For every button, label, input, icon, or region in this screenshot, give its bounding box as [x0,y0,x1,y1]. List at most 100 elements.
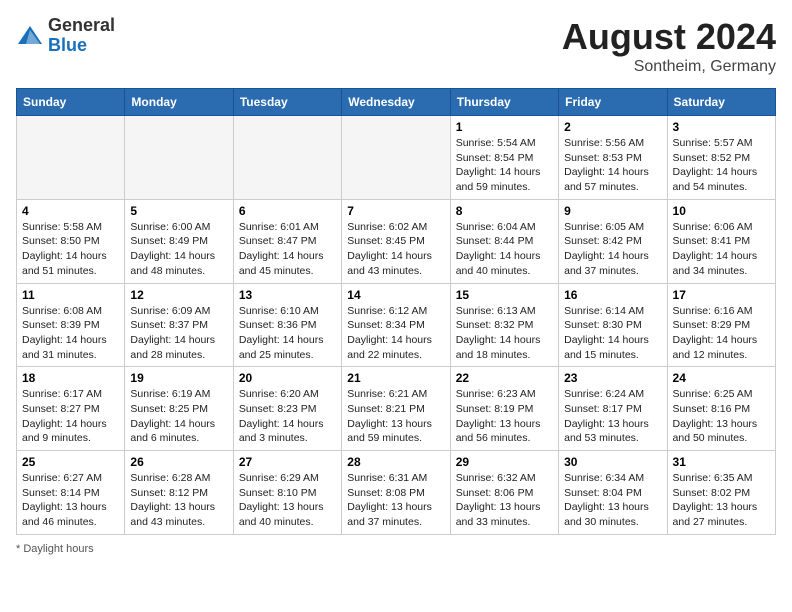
table-row: 18 Sunrise: 6:17 AM Sunset: 8:27 PM Dayli… [17,367,125,451]
day-number: 25 [22,455,119,469]
table-row: 19 Sunrise: 6:19 AM Sunset: 8:25 PM Dayli… [125,367,233,451]
table-row: 23Sunrise: 6:24 AM Sunset: 8:17 PM Dayli… [559,367,667,451]
day-info: Sunrise: 6:13 AM Sunset: 8:32 PM Dayligh… [456,304,553,363]
table-row [342,116,450,200]
header: General Blue August 2024 Sontheim, Germa… [16,16,776,76]
day-number: 19 [130,371,227,385]
day-info: Sunrise: 5:57 AM Sunset: 8:52 PM Dayligh… [673,136,770,195]
table-row [233,116,341,200]
footer-note-text: Daylight hours [23,543,93,555]
calendar-table: Sunday Monday Tuesday Wednesday Thursday… [16,88,776,535]
col-saturday: Saturday [667,89,775,116]
logo-inner: General Blue [16,16,115,56]
table-row: 2Sunrise: 5:56 AM Sunset: 8:53 PM Daylig… [559,116,667,200]
table-row: 31 Sunrise: 6:35 AM Sunset: 8:02 PM Dayli… [667,451,775,535]
table-row: 30 Sunrise: 6:34 AM Sunset: 8:04 PM Dayli… [559,451,667,535]
table-row: 17 Sunrise: 6:16 AM Sunset: 8:29 PM Dayli… [667,283,775,367]
day-number: 18 [22,371,119,385]
calendar-week-row: 4 Sunrise: 5:58 AM Sunset: 8:50 PM Daylig… [17,199,776,283]
table-row: 25 Sunrise: 6:27 AM Sunset: 8:14 PM Dayli… [17,451,125,535]
day-info: Sunrise: 6:01 AM Sunset: 8:47 PM Dayligh… [239,220,336,279]
day-number: 1 [456,120,553,134]
month-year: August 2024 [562,16,776,58]
table-row: 6 Sunrise: 6:01 AM Sunset: 8:47 PM Daylig… [233,199,341,283]
day-number: 12 [130,288,227,302]
day-info: Sunrise: 6:02 AM Sunset: 8:45 PM Dayligh… [347,220,444,279]
calendar-week-row: 1 Sunrise: 5:54 AM Sunset: 8:54 PM Daylig… [17,116,776,200]
table-row: 9 Sunrise: 6:05 AM Sunset: 8:42 PM Daylig… [559,199,667,283]
day-info: Sunrise: 6:05 AM Sunset: 8:42 PM Dayligh… [564,220,661,279]
day-number: 28 [347,455,444,469]
table-row: 29Sunrise: 6:32 AM Sunset: 8:06 PM Dayli… [450,451,558,535]
location: Sontheim, Germany [562,58,776,76]
table-row: 21Sunrise: 6:21 AM Sunset: 8:21 PM Dayli… [342,367,450,451]
day-info: Sunrise: 6:35 AM Sunset: 8:02 PM Dayligh… [673,471,770,530]
table-row: 10Sunrise: 6:06 AM Sunset: 8:41 PM Dayli… [667,199,775,283]
day-number: 17 [673,288,770,302]
day-info: Sunrise: 6:20 AM Sunset: 8:23 PM Dayligh… [239,387,336,446]
table-row: 15Sunrise: 6:13 AM Sunset: 8:32 PM Dayli… [450,283,558,367]
day-info: Sunrise: 6:25 AM Sunset: 8:16 PM Dayligh… [673,387,770,446]
table-row: 3 Sunrise: 5:57 AM Sunset: 8:52 PM Daylig… [667,116,775,200]
table-row: 14Sunrise: 6:12 AM Sunset: 8:34 PM Dayli… [342,283,450,367]
day-info: Sunrise: 6:27 AM Sunset: 8:14 PM Dayligh… [22,471,119,530]
col-wednesday: Wednesday [342,89,450,116]
table-row: 4 Sunrise: 5:58 AM Sunset: 8:50 PM Daylig… [17,199,125,283]
day-info: Sunrise: 6:09 AM Sunset: 8:37 PM Dayligh… [130,304,227,363]
day-info: Sunrise: 6:19 AM Sunset: 8:25 PM Dayligh… [130,387,227,446]
calendar-week-row: 25 Sunrise: 6:27 AM Sunset: 8:14 PM Dayli… [17,451,776,535]
day-info: Sunrise: 5:58 AM Sunset: 8:50 PM Dayligh… [22,220,119,279]
table-row: 27Sunrise: 6:29 AM Sunset: 8:10 PM Dayli… [233,451,341,535]
day-info: Sunrise: 6:23 AM Sunset: 8:19 PM Dayligh… [456,387,553,446]
col-tuesday: Tuesday [233,89,341,116]
table-row [125,116,233,200]
day-number: 22 [456,371,553,385]
table-row: 28 Sunrise: 6:31 AM Sunset: 8:08 PM Dayli… [342,451,450,535]
table-row [17,116,125,200]
day-number: 16 [564,288,661,302]
day-number: 26 [130,455,227,469]
day-number: 23 [564,371,661,385]
table-row: 12 Sunrise: 6:09 AM Sunset: 8:37 PM Dayli… [125,283,233,367]
calendar-header-row: Sunday Monday Tuesday Wednesday Thursday… [17,89,776,116]
day-number: 2 [564,120,661,134]
day-info: Sunrise: 6:06 AM Sunset: 8:41 PM Dayligh… [673,220,770,279]
day-info: Sunrise: 6:34 AM Sunset: 8:04 PM Dayligh… [564,471,661,530]
day-info: Sunrise: 6:04 AM Sunset: 8:44 PM Dayligh… [456,220,553,279]
day-info: Sunrise: 5:54 AM Sunset: 8:54 PM Dayligh… [456,136,553,195]
day-number: 4 [22,204,119,218]
footer-note: * Daylight hours [16,543,776,555]
title-area: August 2024 Sontheim, Germany [562,16,776,76]
day-info: Sunrise: 6:14 AM Sunset: 8:30 PM Dayligh… [564,304,661,363]
day-info: Sunrise: 6:21 AM Sunset: 8:21 PM Dayligh… [347,387,444,446]
table-row: 11Sunrise: 6:08 AM Sunset: 8:39 PM Dayli… [17,283,125,367]
day-number: 13 [239,288,336,302]
day-number: 9 [564,204,661,218]
day-info: Sunrise: 6:16 AM Sunset: 8:29 PM Dayligh… [673,304,770,363]
table-row: 5Sunrise: 6:00 AM Sunset: 8:49 PM Daylig… [125,199,233,283]
day-number: 20 [239,371,336,385]
table-row: 13Sunrise: 6:10 AM Sunset: 8:36 PM Dayli… [233,283,341,367]
col-friday: Friday [559,89,667,116]
col-sunday: Sunday [17,89,125,116]
day-number: 6 [239,204,336,218]
day-number: 30 [564,455,661,469]
table-row: 1 Sunrise: 5:54 AM Sunset: 8:54 PM Daylig… [450,116,558,200]
day-info: Sunrise: 6:12 AM Sunset: 8:34 PM Dayligh… [347,304,444,363]
day-number: 24 [673,371,770,385]
day-info: Sunrise: 6:17 AM Sunset: 8:27 PM Dayligh… [22,387,119,446]
table-row: 20 Sunrise: 6:20 AM Sunset: 8:23 PM Dayli… [233,367,341,451]
day-info: Sunrise: 6:31 AM Sunset: 8:08 PM Dayligh… [347,471,444,530]
day-number: 29 [456,455,553,469]
day-info: Sunrise: 6:00 AM Sunset: 8:49 PM Dayligh… [130,220,227,279]
table-row: 8Sunrise: 6:04 AM Sunset: 8:44 PM Daylig… [450,199,558,283]
day-info: Sunrise: 6:28 AM Sunset: 8:12 PM Dayligh… [130,471,227,530]
day-number: 3 [673,120,770,134]
day-info: Sunrise: 6:29 AM Sunset: 8:10 PM Dayligh… [239,471,336,530]
logo-icon [16,22,44,50]
logo-text-general: General [48,15,115,35]
day-number: 31 [673,455,770,469]
day-number: 11 [22,288,119,302]
table-row: 16 Sunrise: 6:14 AM Sunset: 8:30 PM Dayli… [559,283,667,367]
table-row: 26 Sunrise: 6:28 AM Sunset: 8:12 PM Dayli… [125,451,233,535]
